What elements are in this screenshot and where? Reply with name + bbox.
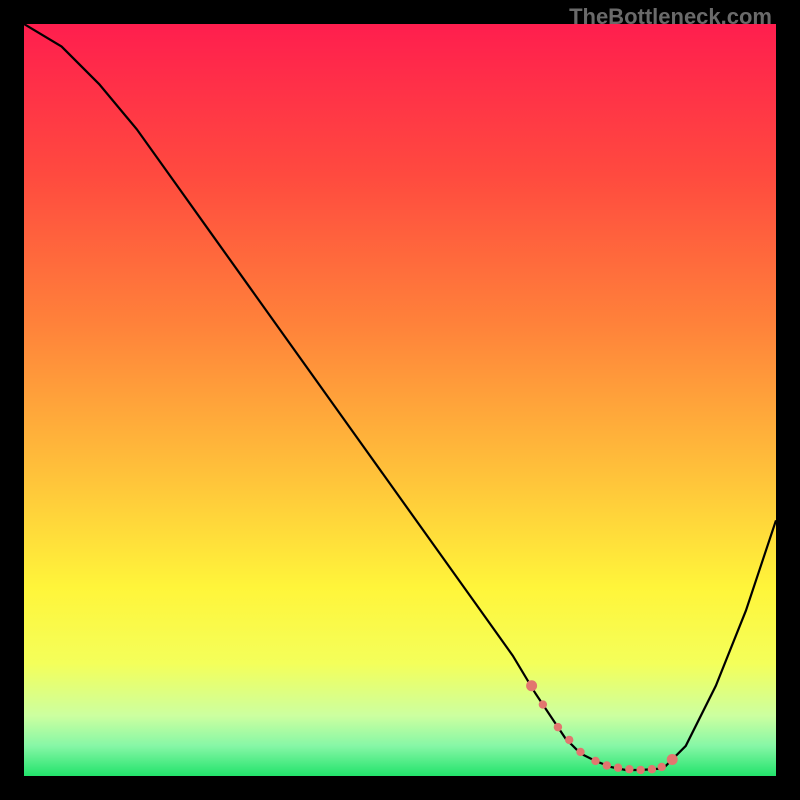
highlight-dot [591, 757, 599, 765]
plot-area [24, 24, 776, 776]
highlight-dot [539, 700, 547, 708]
highlight-dot [614, 764, 622, 772]
highlight-dot [648, 765, 656, 773]
highlight-dot [526, 680, 537, 691]
highlight-dot [554, 723, 562, 731]
highlight-dot [603, 761, 611, 769]
highlight-dot [576, 748, 584, 756]
highlight-dots [24, 24, 776, 776]
highlight-dot [565, 736, 573, 744]
highlight-dot [658, 763, 666, 771]
highlight-dot [636, 766, 644, 774]
chart-frame: TheBottleneck.com [0, 0, 800, 800]
watermark-text: TheBottleneck.com [569, 4, 772, 30]
highlight-dot [667, 754, 678, 765]
highlight-dot [625, 765, 633, 773]
